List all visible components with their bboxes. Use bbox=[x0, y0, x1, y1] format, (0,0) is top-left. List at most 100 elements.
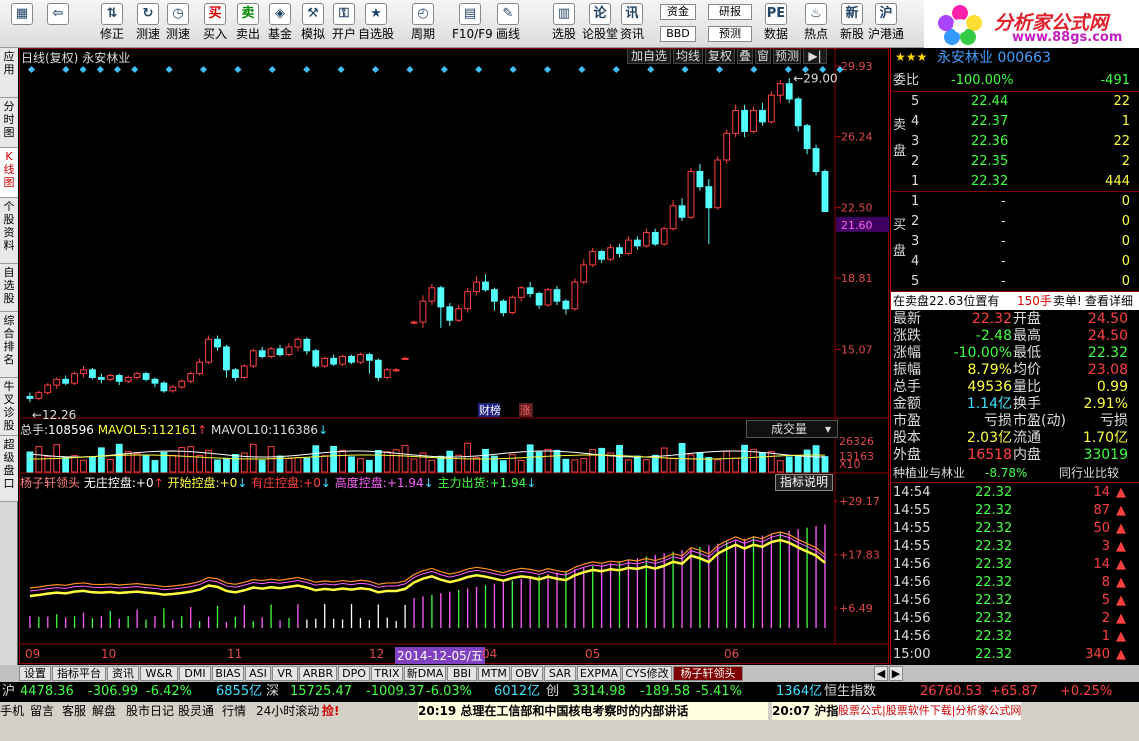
bottom-tab-14[interactable]: OBV bbox=[511, 666, 543, 681]
toolbar-forum-button[interactable]: 论论股堂 bbox=[582, 2, 618, 46]
sector-compare-link[interactable]: 同行业比较 bbox=[1059, 464, 1119, 482]
volume-bar bbox=[187, 446, 195, 473]
bottom-tab-13[interactable]: MTM bbox=[478, 666, 510, 681]
vtab-6[interactable]: 牛叉诊股 bbox=[0, 378, 18, 436]
toolbar-pencil-button[interactable]: ✎ 画线 bbox=[490, 2, 526, 46]
indicator-name[interactable]: 杨子轩领头 bbox=[20, 476, 80, 490]
vtab-0[interactable]: 应用 bbox=[0, 48, 18, 98]
toolbar-buy-button[interactable]: 买买入 bbox=[197, 2, 233, 46]
notice-link[interactable]: 查看详细 bbox=[1085, 292, 1133, 310]
news-headline-2[interactable]: 20:07 沪指 bbox=[772, 702, 842, 720]
toolbar-back-arrow-button[interactable]: ⇦ bbox=[40, 2, 76, 46]
vtab-2[interactable]: K线图 bbox=[0, 148, 18, 198]
volume-bar bbox=[106, 458, 114, 473]
indicator-help-button[interactable]: 指标说明 bbox=[775, 474, 833, 491]
toolbar-up-down-arrows-button[interactable]: ⇅ 修正 bbox=[94, 2, 130, 46]
buy-level-row[interactable]: 1 - 0 bbox=[891, 193, 1139, 211]
buy-level-row[interactable]: 5 - 0 bbox=[891, 273, 1139, 291]
bottom-tab-17[interactable]: CYS修改 bbox=[622, 666, 672, 681]
toolbar-tag-3[interactable]: 预测 bbox=[708, 26, 752, 42]
index-ticker[interactable]: 沪 4478.36 -306.99 -6.42% 6855亿深 15725.47 -1009… bbox=[0, 682, 1139, 702]
sell-level-row[interactable]: 4 22.37 1 bbox=[891, 113, 1139, 131]
vtab-4[interactable]: 自选股 bbox=[0, 264, 18, 312]
toolbar-screen-button[interactable]: ▥ 选股 bbox=[546, 2, 582, 46]
toolbar-hot-button[interactable]: ♨ 热点 bbox=[798, 2, 834, 46]
toolbar-clock-period-button[interactable]: ◴ 周期 bbox=[405, 2, 441, 46]
bottom-tab-15[interactable]: SAR bbox=[544, 666, 576, 681]
status-item-0[interactable]: 手机 bbox=[0, 702, 24, 720]
volume-bar bbox=[732, 457, 740, 473]
bottom-tab-8[interactable]: ARBR bbox=[299, 666, 337, 681]
toolbar-hk-button[interactable]: 沪沪港通 bbox=[868, 2, 904, 46]
toolbar-new-stock-button[interactable]: 新新股 bbox=[834, 2, 870, 46]
volume-bar bbox=[562, 458, 570, 473]
buy-level-row[interactable]: 4 - 0 bbox=[891, 253, 1139, 271]
volume-bar bbox=[473, 457, 480, 473]
bottom-tab-6[interactable]: ASI bbox=[245, 666, 271, 681]
volume-bar bbox=[214, 459, 221, 473]
sell-level-row[interactable]: 5 22.44 22 bbox=[891, 93, 1139, 111]
status-item-2[interactable]: 客服 bbox=[62, 702, 86, 720]
status-item-8[interactable]: 捡! bbox=[322, 702, 339, 720]
status-item-5[interactable]: 股灵通 bbox=[178, 702, 214, 720]
toolbar-clock-button[interactable]: ◷ 测速 bbox=[160, 2, 196, 46]
status-item-3[interactable]: 解盘 bbox=[92, 702, 116, 720]
ticker-item: 3314.98 bbox=[572, 684, 626, 699]
toolbar-lock-button[interactable]: ⚿ 开户 bbox=[326, 2, 362, 46]
status-item-4[interactable]: 股市日记 bbox=[126, 702, 174, 720]
volume-type-select[interactable]: 成交量 ▾ bbox=[746, 420, 838, 438]
status-item-6[interactable]: 行情 bbox=[222, 702, 246, 720]
status-item-7[interactable]: 24小时滚动 bbox=[256, 702, 319, 720]
vtab-5[interactable]: 综合排名 bbox=[0, 312, 18, 378]
toolbar-windows-button[interactable]: ▦ bbox=[4, 2, 40, 46]
bottom-tab-4[interactable]: DMI bbox=[179, 666, 211, 681]
event-tag-0[interactable]: 财榜 bbox=[479, 403, 501, 417]
toolbar-news-button[interactable]: 讯资讯 bbox=[614, 2, 650, 46]
vtab-1[interactable]: 分时图 bbox=[0, 98, 18, 148]
toolbar-sell-button[interactable]: 卖卖出 bbox=[230, 2, 266, 46]
bottom-tab-11[interactable]: 新DMA bbox=[404, 666, 446, 681]
up-arrow-icon: ▲ bbox=[1116, 611, 1126, 626]
tabs-scroll-left-icon[interactable]: ◀ bbox=[874, 666, 888, 681]
big-order-notice[interactable]: 在卖盘22.63位置有 150手 卖单! 查看详细 bbox=[891, 292, 1139, 310]
toolbar-tag-2[interactable]: BBD bbox=[660, 26, 696, 42]
level-vol: 0 bbox=[1121, 274, 1130, 289]
toolbar-pe-button[interactable]: PE 数据 bbox=[758, 2, 794, 46]
bottom-tab-1[interactable]: 指标平台 bbox=[52, 666, 106, 681]
bottom-tab-12[interactable]: BBI bbox=[447, 666, 477, 681]
bottom-tab-9[interactable]: DPO bbox=[338, 666, 370, 681]
candle-body bbox=[616, 247, 623, 254]
toolbar-tag-1[interactable]: 研报 bbox=[708, 4, 752, 20]
bottom-tab-2[interactable]: 资讯 bbox=[107, 666, 139, 681]
kline-chart[interactable]: 日线(复权) 永安林业 加自选 均线 复权叠窗预测 ▶| 29.93 26.24 22.5… bbox=[19, 48, 889, 665]
news-headline-1[interactable]: 20:19 总理在工信部和中国核电考察时的内部讲话 bbox=[418, 702, 768, 720]
bottom-tab-3[interactable]: W&R bbox=[140, 666, 178, 681]
sector-row[interactable]: 种植业与林业 -8.78% 同行业比较 bbox=[891, 464, 1139, 482]
stat-label: 最低 bbox=[1013, 345, 1041, 361]
back-arrow-icon: ⇦ bbox=[47, 3, 69, 25]
status-item-1[interactable]: 留言 bbox=[30, 702, 54, 720]
volume-bar bbox=[598, 447, 606, 473]
bottom-tab-16[interactable]: EXPMA bbox=[577, 666, 621, 681]
toolbar-fund-button[interactable]: ◈ 基金 bbox=[262, 2, 298, 46]
sell-level-row[interactable]: 3 22.36 22 bbox=[891, 133, 1139, 151]
vtab-7[interactable]: 超级盘口 bbox=[0, 436, 18, 502]
indicator-header: 杨子轩领头 无庄控盘:+0↑ 开始控盘:+0↓ 有庄控盘:+0↓ 高度控盘:+1… bbox=[20, 476, 537, 490]
vtab-3[interactable]: 个股资料 bbox=[0, 198, 18, 264]
buy-level-row[interactable]: 2 - 0 bbox=[891, 213, 1139, 231]
candle-body bbox=[687, 170, 695, 218]
bottom-tab-5[interactable]: BIAS bbox=[212, 666, 244, 681]
volume-bar bbox=[696, 452, 704, 473]
bottom-tab-10[interactable]: TRIX bbox=[371, 666, 403, 681]
toolbar-tag-0[interactable]: 资金 bbox=[660, 4, 696, 20]
tabs-scroll-right-icon[interactable]: ▶ bbox=[889, 666, 903, 681]
toolbar-f10-button[interactable]: ▤ F10/F9 bbox=[452, 2, 493, 46]
buy-level-row[interactable]: 3 - 0 bbox=[891, 233, 1139, 251]
bottom-tab-7[interactable]: VR bbox=[272, 666, 298, 681]
event-tag-1[interactable]: 涨 bbox=[520, 404, 531, 417]
toolbar-star-button[interactable]: ★ 自选股 bbox=[358, 2, 394, 46]
bottom-tab-18[interactable]: 杨子轩领头 bbox=[673, 666, 743, 681]
sell-level-row[interactable]: 2 22.35 2 bbox=[891, 153, 1139, 171]
sell-level-row[interactable]: 1 22.32 444 bbox=[891, 173, 1139, 191]
bottom-tab-0[interactable]: 设置 bbox=[19, 666, 51, 681]
